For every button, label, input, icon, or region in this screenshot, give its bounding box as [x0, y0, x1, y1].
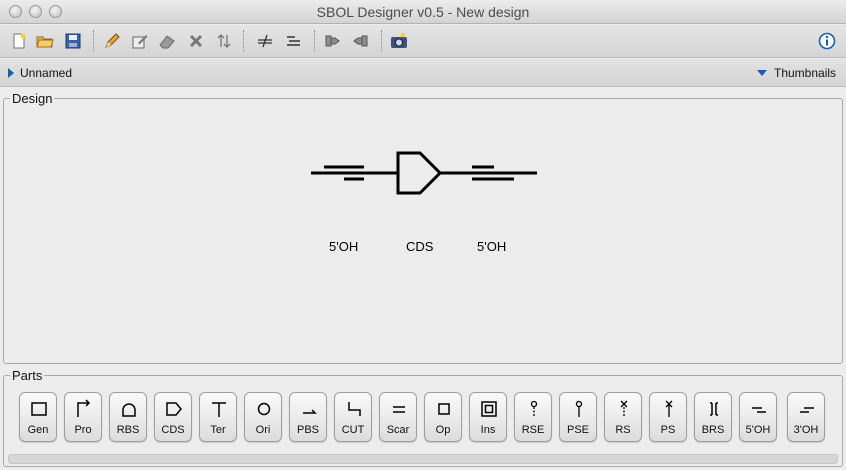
flip-icon[interactable] — [214, 31, 234, 51]
primer-binding-site-icon — [303, 409, 317, 414]
hide-scars-icon[interactable] — [255, 31, 275, 51]
new-file-icon[interactable] — [9, 31, 29, 51]
toolbar-separator — [314, 30, 315, 52]
toolbar — [0, 25, 846, 58]
part-button-pbs[interactable]: PBS — [289, 392, 327, 442]
cut-icon — [348, 402, 361, 416]
part-button-rse[interactable]: RSE — [514, 392, 552, 442]
part-button-ps[interactable]: PS — [649, 392, 687, 442]
info-icon[interactable] — [817, 31, 837, 51]
design-info-bar: Unnamed Thumbnails — [0, 59, 846, 87]
design-panel-label: Design — [10, 91, 55, 106]
part-button-rbs[interactable]: RBS — [109, 392, 147, 442]
pencil-icon[interactable] — [102, 31, 122, 51]
gen-icon — [31, 402, 47, 416]
snapshot-camera-icon[interactable] — [389, 31, 409, 51]
open-folder-icon[interactable] — [35, 31, 55, 51]
part-button-ins[interactable]: Ins — [469, 392, 507, 442]
part-button-cds[interactable]: CDS — [154, 392, 192, 442]
part-button-ter[interactable]: Ter — [199, 392, 237, 442]
five-prime-overhang-icon — [752, 407, 766, 413]
part-button-cut[interactable]: CUT — [334, 392, 372, 442]
design-name[interactable]: Unnamed — [20, 66, 72, 80]
promoter-icon — [77, 399, 91, 417]
part-button-pse[interactable]: PSE — [559, 392, 597, 442]
focus-in-icon[interactable] — [323, 31, 343, 51]
toolbar-separator — [243, 30, 244, 52]
toolbar-separator — [381, 30, 382, 52]
expand-triangle-icon[interactable] — [8, 68, 14, 78]
pse-icon — [575, 400, 583, 417]
design-panel: Design 5'OH CDS 5'OH — [3, 91, 843, 364]
part-button-scar[interactable]: Scar — [379, 392, 417, 442]
rse-icon — [530, 400, 538, 417]
origin-icon — [257, 402, 271, 416]
three-prime-overhang-icon — [800, 407, 814, 413]
collapse-icon[interactable] — [283, 31, 303, 51]
part-button-3oh[interactable]: 3'OH — [787, 392, 825, 442]
rbs-icon — [122, 403, 136, 417]
design-canvas[interactable] — [304, 143, 544, 203]
edit-part-icon[interactable] — [130, 31, 150, 51]
part-button-gen[interactable]: Gen — [19, 392, 57, 442]
component-label: 5'OH — [477, 239, 507, 254]
title-bar: SBOL Designer v0.5 - New design — [0, 0, 846, 24]
terminator-icon — [212, 402, 226, 417]
operator-icon — [438, 403, 450, 415]
part-button-ori[interactable]: Ori — [244, 392, 282, 442]
insulator-icon — [481, 401, 497, 417]
thumbnails-toggle[interactable]: Thumbnails — [774, 66, 836, 80]
brs-icon — [710, 402, 718, 416]
part-button-op[interactable]: Op — [424, 392, 462, 442]
part-button-pro[interactable]: Pro — [64, 392, 102, 442]
chevron-down-icon[interactable] — [757, 70, 767, 76]
cds-icon — [166, 402, 182, 416]
focus-out-icon[interactable] — [350, 31, 370, 51]
save-icon[interactable] — [63, 31, 83, 51]
ps-icon — [665, 400, 673, 417]
window-title: SBOL Designer v0.5 - New design — [316, 4, 530, 20]
part-button-5oh[interactable]: 5'OH — [739, 392, 777, 442]
app-window: SBOL Designer v0.5 - New design Unnamed … — [0, 0, 846, 470]
parts-panel: Parts Gen Pro RBS CDS Ter Ori PBS CUT Sc… — [3, 368, 843, 467]
scar-icon — [393, 406, 405, 413]
delete-icon[interactable] — [186, 31, 206, 51]
rs-icon — [620, 400, 628, 417]
component-label: CDS — [406, 239, 434, 254]
parts-panel-label: Parts — [10, 368, 45, 383]
cds-glyph — [396, 151, 443, 195]
toolbar-separator — [93, 30, 94, 52]
component-label: 5'OH — [329, 239, 359, 254]
parts-scrollbar[interactable] — [8, 454, 838, 464]
part-button-rs[interactable]: RS — [604, 392, 642, 442]
part-button-brs[interactable]: BRS — [694, 392, 732, 442]
eraser-icon[interactable] — [157, 31, 177, 51]
